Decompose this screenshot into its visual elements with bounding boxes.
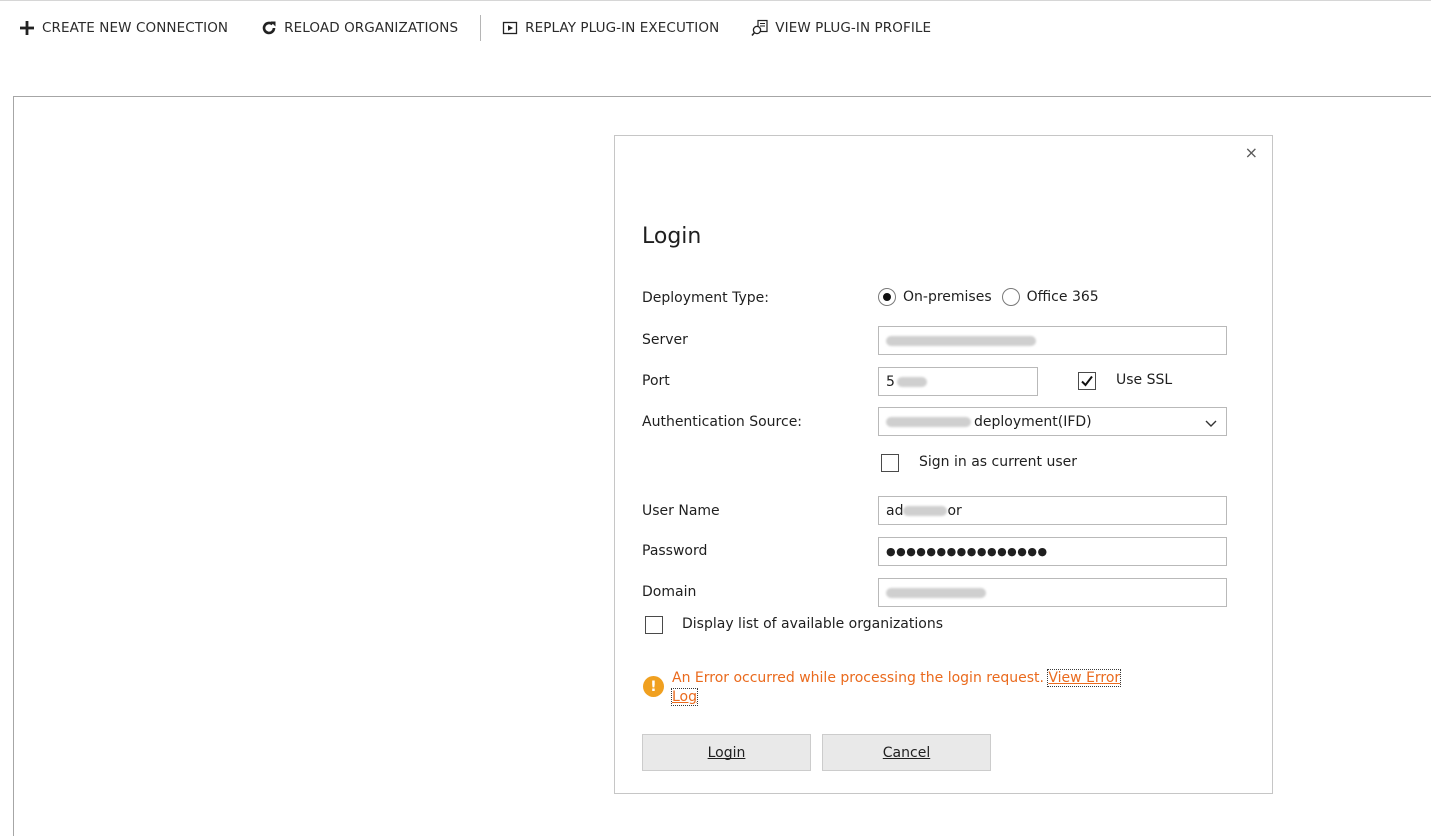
auth-source-select[interactable]: deployment(IFD) [878, 407, 1227, 436]
on-premises-radio[interactable] [878, 288, 896, 306]
redacted-value [886, 587, 986, 598]
server-input[interactable] [878, 326, 1227, 355]
office365-label[interactable]: Office 365 [1027, 289, 1099, 305]
auth-source-label: Authentication Source: [642, 414, 803, 430]
login-dialog: × Login Deployment Type: On-premises Off… [614, 135, 1273, 794]
create-new-connection-label: CREATE NEW CONNECTION [42, 20, 229, 36]
toolbar: CREATE NEW CONNECTION RELOAD ORGANIZATIO… [18, 14, 963, 42]
domain-input[interactable] [878, 578, 1227, 607]
checkmark-icon [1081, 375, 1093, 387]
password-mask: ●●●●●●●●●●●●●●●● [886, 545, 1048, 558]
play-box-icon [501, 19, 519, 37]
chevron-down-icon [1205, 416, 1217, 432]
refresh-icon [260, 19, 278, 37]
error-text: An Error occurred while processing the l… [672, 670, 1044, 686]
auth-source-value: deployment(IFD) [974, 413, 1092, 430]
redacted-value [886, 416, 971, 427]
sign-in-current-user-checkbox[interactable] [881, 454, 899, 472]
domain-label: Domain [642, 584, 697, 600]
radio-selected-dot [883, 293, 891, 301]
office365-radio[interactable] [1001, 288, 1020, 306]
deployment-type-radio-group: On-premises Office 365 [878, 288, 1109, 306]
cancel-button-label: Cancel [882, 744, 931, 761]
view-plugin-profile-label: VIEW PLUG-IN PROFILE [775, 20, 932, 36]
use-ssl-checkbox[interactable] [1078, 372, 1096, 390]
warning-icon: ! [643, 676, 664, 697]
username-value-end: or [947, 502, 962, 519]
on-premises-label[interactable]: On-premises [903, 289, 992, 305]
replay-plugin-execution-label: REPLAY PLUG-IN EXECUTION [525, 20, 720, 36]
use-ssl-label: Use SSL [1116, 372, 1173, 388]
display-organizations-checkbox[interactable] [645, 616, 663, 634]
error-message: An Error occurred while processing the l… [670, 669, 1142, 707]
replay-plugin-execution-button[interactable]: REPLAY PLUG-IN EXECUTION [501, 19, 719, 37]
reload-organizations-button[interactable]: RELOAD ORGANIZATIONS [260, 19, 458, 37]
server-label: Server [642, 332, 688, 348]
port-label: Port [642, 373, 670, 389]
sign-in-current-user-label: Sign in as current user [919, 454, 1078, 470]
deployment-type-label: Deployment Type: [642, 290, 769, 306]
toolbar-separator [480, 15, 482, 41]
login-button-label: Login [707, 744, 746, 761]
profile-search-icon [751, 19, 769, 37]
port-input[interactable]: 5 [878, 367, 1038, 396]
cancel-button[interactable]: Cancel [822, 734, 991, 771]
close-icon[interactable]: × [1245, 145, 1258, 161]
username-label: User Name [642, 503, 720, 519]
username-value-start: ad [886, 502, 904, 519]
redacted-value [896, 376, 927, 387]
display-organizations-label: Display list of available organizations [682, 616, 943, 632]
reload-organizations-label: RELOAD ORGANIZATIONS [284, 20, 459, 36]
password-input[interactable]: ●●●●●●●●●●●●●●●● [878, 537, 1227, 566]
username-input[interactable]: ad or [878, 496, 1227, 525]
view-plugin-profile-button[interactable]: VIEW PLUG-IN PROFILE [751, 19, 931, 37]
redacted-value [886, 335, 1036, 346]
redacted-value [903, 505, 948, 516]
view-error-log-link-cont[interactable]: Log [670, 688, 699, 706]
plus-icon [18, 19, 36, 37]
password-label: Password [642, 543, 708, 559]
create-new-connection-button[interactable]: CREATE NEW CONNECTION [18, 19, 228, 37]
top-border [0, 0, 1431, 1]
dialog-title: Login [642, 224, 702, 249]
port-value: 5 [886, 373, 895, 390]
login-button[interactable]: Login [642, 734, 811, 771]
view-error-log-link[interactable]: View Error [1047, 669, 1122, 687]
